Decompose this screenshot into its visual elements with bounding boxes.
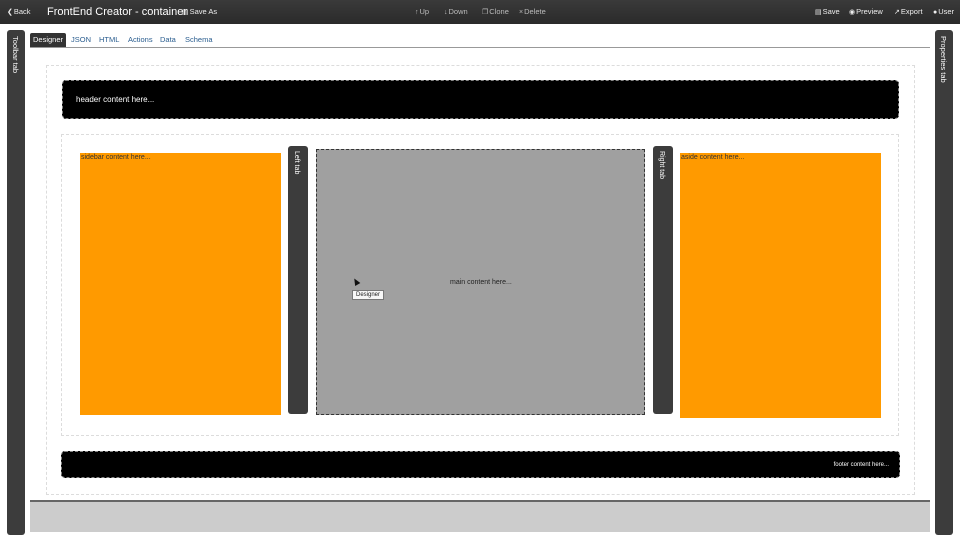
tab-schema[interactable]: Schema — [182, 33, 216, 47]
down-button[interactable]: ↓Down — [444, 0, 468, 24]
down-label: Down — [448, 7, 468, 16]
arrow-up-icon: ↑ — [415, 9, 419, 16]
properties-tab-label: Properties tab — [939, 36, 948, 83]
preview-label: Preview — [856, 7, 883, 16]
clone-icon: ❐ — [482, 9, 489, 16]
export-button[interactable]: ↗Export — [894, 0, 923, 24]
right-tab-label: Right tab — [658, 151, 665, 180]
delete-button[interactable]: ×Delete — [519, 0, 546, 24]
header-block[interactable]: header content here... — [62, 80, 899, 119]
app-title: FrontEnd Creator - container — [47, 6, 188, 18]
bottom-panel — [30, 502, 930, 532]
main-content-text: main content here... — [450, 279, 512, 286]
toolbar-tab-label: Toolbar tab — [11, 36, 20, 74]
toolbar-side-tab[interactable]: Toolbar tab — [7, 30, 25, 535]
header-content-text: header content here... — [76, 95, 155, 104]
up-button[interactable]: ↑Up — [415, 0, 429, 24]
chevron-left-icon: ❮ — [7, 9, 13, 16]
save-icon: ▤ — [182, 9, 189, 16]
tab-data[interactable]: Data — [157, 33, 179, 47]
up-label: Up — [419, 7, 430, 16]
save-button[interactable]: ▤Save — [815, 0, 840, 24]
back-button[interactable]: ❮Back — [7, 0, 31, 24]
export-icon: ↗ — [894, 9, 900, 16]
designer-tab-bar: Designer JSON HTML Actions Data Schema — [30, 33, 930, 48]
tab-json[interactable]: JSON — [68, 33, 94, 47]
main-block[interactable]: main content here... — [316, 149, 645, 415]
footer-content-text: footer content here... — [833, 462, 889, 468]
user-label: User — [938, 7, 955, 16]
aside-block[interactable]: aside content here... — [680, 153, 881, 418]
user-icon: ● — [933, 9, 938, 16]
right-tab[interactable]: Right tab — [653, 146, 673, 414]
close-icon: × — [519, 9, 524, 16]
save-label: Save — [822, 7, 840, 16]
save-as-button[interactable]: ▤Save As — [182, 0, 217, 24]
clone-label: Clone — [489, 7, 509, 16]
save-as-label: Save As — [189, 7, 218, 16]
footer-block[interactable]: footer content here... — [61, 451, 900, 478]
delete-label: Delete — [524, 7, 546, 16]
tab-html[interactable]: HTML — [96, 33, 122, 47]
sidebar-content-text: sidebar content here... — [81, 154, 151, 161]
top-toolbar: ❮Back FrontEnd Creator - container ▤Save… — [0, 0, 960, 24]
save-icon: ▤ — [815, 9, 822, 16]
tab-designer[interactable]: Designer — [30, 33, 67, 47]
aside-content-text: aside content here... — [681, 154, 745, 161]
left-tab-label: Left tab — [293, 151, 300, 175]
sidebar-block[interactable]: sidebar content here... — [80, 153, 281, 415]
tab-actions[interactable]: Actions — [125, 33, 156, 47]
clone-button[interactable]: ❐Clone — [482, 0, 509, 24]
left-tab[interactable]: Left tab — [288, 146, 308, 414]
eye-icon: ◉ — [849, 9, 856, 16]
designer-tooltip: Designer — [352, 290, 385, 300]
export-label: Export — [900, 7, 923, 16]
user-button[interactable]: ●User — [933, 0, 954, 24]
back-label: Back — [13, 7, 31, 16]
arrow-down-icon: ↓ — [444, 9, 448, 16]
properties-side-tab[interactable]: Properties tab — [935, 30, 953, 535]
preview-button[interactable]: ◉Preview — [849, 0, 883, 24]
